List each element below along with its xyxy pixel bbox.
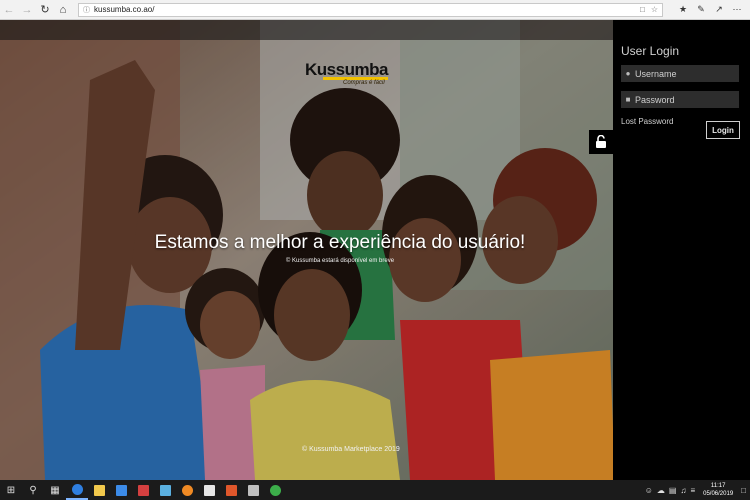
- login-button[interactable]: Login: [706, 121, 740, 139]
- lost-password-link[interactable]: Lost Password: [621, 117, 673, 126]
- search-icon[interactable]: ⚲: [22, 480, 44, 500]
- edge-browser-icon[interactable]: [66, 480, 88, 500]
- password-field[interactable]: ■: [621, 91, 739, 108]
- green-app-icon[interactable]: [264, 480, 286, 500]
- back-icon[interactable]: ←: [0, 1, 18, 19]
- login-title: User Login: [621, 44, 680, 58]
- favorites-icon[interactable]: ★: [676, 3, 690, 17]
- address-url: kussumba.co.ao/: [94, 5, 155, 14]
- refresh-icon[interactable]: ↻: [36, 1, 54, 19]
- unlock-icon[interactable]: [589, 130, 613, 154]
- forward-icon[interactable]: →: [18, 1, 36, 19]
- people-icon[interactable]: ☺: [645, 486, 653, 495]
- clock-date: 05/06/2019: [703, 491, 734, 497]
- info-icon[interactable]: ⓘ: [83, 5, 90, 15]
- volume-icon[interactable]: ♫: [680, 486, 686, 495]
- share-icon[interactable]: ↗: [712, 3, 726, 17]
- hero-subline: © Kussumba estará disponível em breve: [285, 258, 395, 264]
- web-page: Kussumba Compras é fácil Estamos a melho…: [0, 20, 750, 480]
- browser-toolbar: ← → ↻ ⌂ ⓘ kussumba.co.ao/ □ ☆ ★ ✎ ↗ ⋯: [0, 0, 750, 20]
- red-app-icon[interactable]: [132, 480, 154, 500]
- notes-icon[interactable]: [154, 480, 176, 500]
- home-icon[interactable]: ⌂: [54, 1, 72, 19]
- footer-copyright: © Kussumba Marketplace 2019: [302, 446, 400, 453]
- logo-tagline: Compras é fácil: [343, 80, 385, 86]
- network-icon[interactable]: ▤: [669, 486, 677, 495]
- mail-icon[interactable]: [198, 480, 220, 500]
- office-icon[interactable]: [220, 480, 242, 500]
- username-field[interactable]: ●: [621, 65, 739, 82]
- lock-icon: ■: [625, 95, 631, 104]
- store-icon[interactable]: [110, 480, 132, 500]
- more-icon[interactable]: ⋯: [730, 3, 744, 17]
- password-input[interactable]: [635, 94, 735, 105]
- system-tray: ☺ ☁ ▤ ♫ ≡ 11:17 05/06/2019 □: [645, 482, 750, 498]
- login-panel: User Login ● ■ Lost Password Login: [613, 20, 750, 480]
- task-view-icon[interactable]: ▦: [44, 480, 66, 500]
- kussumba-logo[interactable]: Kussumba Compras é fácil: [305, 60, 395, 88]
- windows-start-icon[interactable]: ⊞: [0, 480, 22, 500]
- language-icon[interactable]: ≡: [690, 486, 695, 495]
- calculator-icon[interactable]: [242, 480, 264, 500]
- windows-taskbar: ⊞ ⚲ ▦ ☺ ☁ ▤ ♫ ≡ 11:17 05/06/2019 □: [0, 480, 750, 500]
- clock-time: 11:17: [710, 483, 726, 489]
- user-icon: ●: [625, 69, 631, 78]
- username-input[interactable]: [635, 68, 735, 79]
- favorite-star-icon[interactable]: ☆: [651, 5, 658, 14]
- file-explorer-icon[interactable]: [88, 480, 110, 500]
- system-clock[interactable]: 11:17 05/06/2019: [703, 482, 733, 498]
- hero-headline: Estamos a melhor a experiência do usuári…: [154, 232, 526, 253]
- pen-icon[interactable]: ✎: [694, 3, 708, 17]
- notification-icon[interactable]: □: [741, 486, 746, 495]
- cloud-icon[interactable]: ☁: [657, 486, 665, 495]
- reading-view-icon[interactable]: □: [640, 5, 645, 14]
- orange-app-icon[interactable]: [176, 480, 198, 500]
- address-bar[interactable]: ⓘ kussumba.co.ao/ □ ☆: [78, 2, 663, 17]
